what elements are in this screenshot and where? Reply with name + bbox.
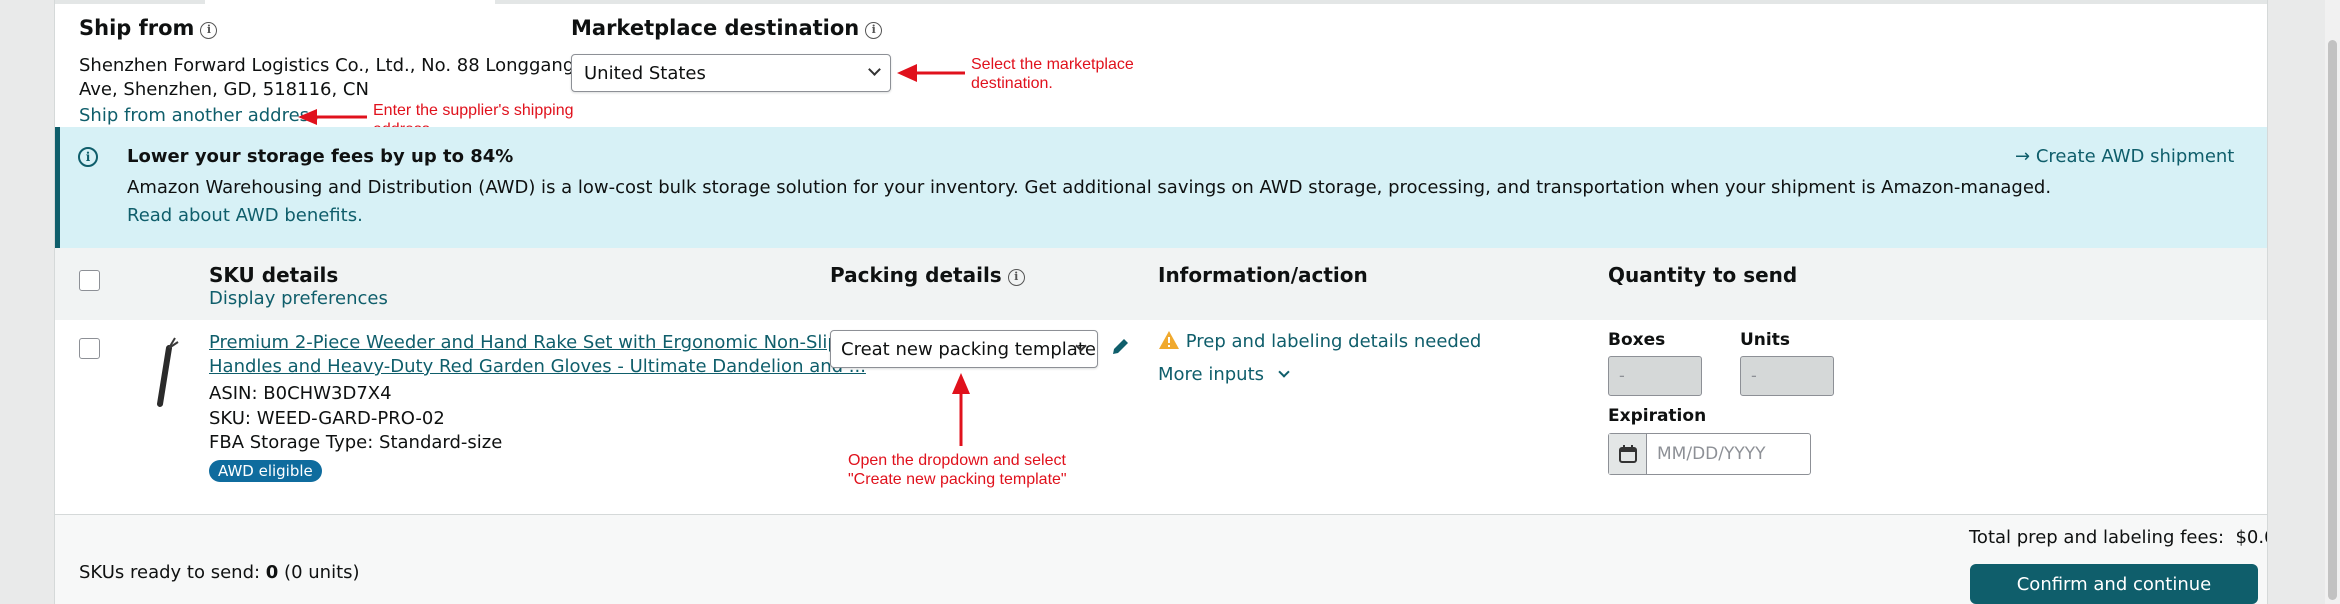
col-packing-details-text: Packing details [830,263,1002,287]
skus-ready-label: SKUs ready to send: [79,562,266,583]
chevron-down-icon [1278,366,1290,378]
product-storage-type: FBA Storage Type: Standard-size [209,432,503,453]
units-label: Units [1740,330,1790,350]
awd-benefits-link[interactable]: Read about AWD benefits. [127,205,363,226]
total-prep-fees: Total prep and labeling fees: $0.00 [1969,527,2268,548]
packing-template-select[interactable]: Creat new packing template [830,330,1098,368]
col-sku-details: SKU details [209,263,339,287]
footer-bar: SKUs ready to send: 0 (0 units) Total pr… [55,514,2268,604]
table-header: SKU details Display preferences Packing … [55,248,2267,320]
table-row: Premium 2-Piece Weeder and Hand Rake Set… [55,320,2267,496]
scrollbar-thumb[interactable] [2328,40,2337,600]
more-inputs-toggle[interactable]: More inputs [1158,364,1290,385]
col-packing-details: Packing details i [830,263,1025,287]
packing-template-selected: Creat new packing template [841,338,1096,360]
boxes-label: Boxes [1608,330,1666,350]
send-inventory-card: Ship from i Shenzhen Forward Logistics Co… [54,0,2268,604]
supplier-annotation-line1: Enter the supplier's shipping [373,102,574,119]
col-quantity-to-send: Quantity to send [1608,263,1798,287]
page-scrollbar[interactable] [2325,0,2340,604]
units-input[interactable]: - [1740,356,1834,396]
product-thumbnail [157,337,179,407]
skus-ready-units: (0 units) [278,562,360,583]
marketplace-arrow-head [897,64,917,82]
info-icon: i [78,147,98,167]
product-title-line2[interactable]: Handles and Heavy-Duty Red Garden Gloves… [209,356,866,377]
awd-banner-title: Lower your storage fees by up to 84% [127,146,514,167]
product-asin: ASIN: B0CHW3D7X4 [209,383,392,404]
expiration-label: Expiration [1608,406,1707,426]
display-preferences-link[interactable]: Display preferences [209,288,388,309]
skus-ready-count: 0 [265,562,279,583]
marketplace-annotation: Select the marketplace destination. [971,55,1134,93]
product-sku: SKU: WEED-GARD-PRO-02 [209,408,445,429]
edit-pencil-icon[interactable] [1108,335,1132,359]
info-icon[interactable]: i [1007,269,1025,286]
create-awd-shipment-text: Create AWD shipment [2035,146,2235,167]
product-title-line1[interactable]: Premium 2-Piece Weeder and Hand Rake Set… [209,332,839,353]
more-inputs-text: More inputs [1158,364,1265,385]
create-awd-shipment-link[interactable]: → Create AWD shipment [2015,146,2234,167]
marketplace-annotation-line2: destination. [971,75,1053,92]
awd-banner-body: Amazon Warehousing and Distribution (AWD… [127,177,2052,198]
confirm-and-continue-button[interactable]: Confirm and continue [1970,564,2258,604]
awd-eligible-badge: AWD eligible [209,460,322,482]
expiration-date-input[interactable]: MM/DD/YYYY [1608,433,1811,475]
warning-icon [1159,331,1179,349]
boxes-input[interactable]: - [1608,356,1702,396]
expiration-placeholder: MM/DD/YYYY [1657,444,1766,464]
calendar-icon[interactable] [1609,434,1647,474]
prep-warning-text: Prep and labeling details needed [1185,331,1482,352]
marketplace-annotation-line1: Select the marketplace [971,56,1134,73]
row-checkbox[interactable] [79,338,100,359]
skus-ready-summary: SKUs ready to send: 0 (0 units) [79,562,360,583]
supplier-arrow-head [298,109,317,125]
prep-warning[interactable]: Prep and labeling details needed [1158,330,1481,352]
awd-banner: i Lower your storage fees by up to 84% A… [55,127,2267,248]
select-all-checkbox[interactable] [79,270,100,291]
col-information-action: Information/action [1158,263,1368,287]
arrow-right-icon: → [2015,146,2031,167]
